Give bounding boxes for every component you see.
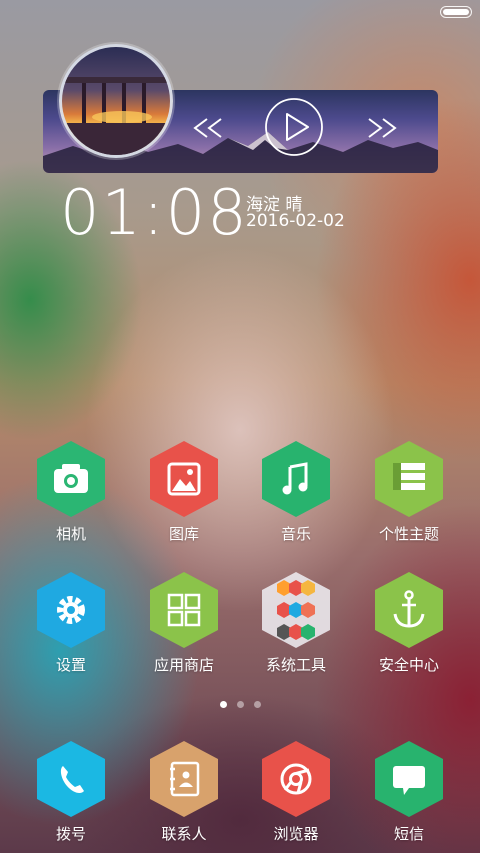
play-button[interactable] <box>264 97 324 157</box>
gear-icon <box>57 596 85 624</box>
theme-layers-icon <box>393 463 425 490</box>
app-phone[interactable]: 拨号 <box>21 739 121 844</box>
app-label: 联系人 <box>161 825 207 843</box>
page-dot-2[interactable] <box>236 701 244 708</box>
app-label: 拨号 <box>55 825 86 843</box>
camera-icon <box>54 464 88 493</box>
app-gallery[interactable]: 图库 <box>134 439 234 544</box>
rewind-icon <box>191 117 225 139</box>
music-note-icon <box>282 462 308 495</box>
app-messages[interactable]: 短信 <box>359 739 459 844</box>
fast-forward-icon <box>365 117 399 139</box>
browser-icon <box>280 763 312 795</box>
app-label: 安全中心 <box>378 656 439 674</box>
app-security-center[interactable]: 安全中心 <box>359 570 459 675</box>
app-label: 应用商店 <box>153 656 214 674</box>
folder-icon <box>262 572 330 648</box>
app-label: 短信 <box>393 825 424 843</box>
previous-track-button[interactable] <box>184 100 232 156</box>
app-label: 系统工具 <box>265 656 326 674</box>
app-grid-icon <box>167 593 201 627</box>
clock-time[interactable]: 01:08 <box>60 176 249 249</box>
page-dot-1[interactable] <box>219 701 227 708</box>
app-label: 设置 <box>55 656 86 674</box>
page-indicator[interactable] <box>0 701 480 708</box>
app-browser[interactable]: 浏览器 <box>246 739 346 844</box>
app-label: 图库 <box>168 525 199 543</box>
battery-indicator <box>440 6 472 18</box>
contacts-book-icon <box>170 761 200 797</box>
gallery-icon <box>167 462 201 496</box>
app-label: 相机 <box>55 525 86 543</box>
app-camera[interactable]: 相机 <box>21 439 121 544</box>
app-store[interactable]: 应用商店 <box>134 570 234 675</box>
app-label: 音乐 <box>280 525 311 543</box>
album-art[interactable] <box>59 44 173 158</box>
app-label: 浏览器 <box>273 825 319 843</box>
app-contacts[interactable]: 联系人 <box>134 739 234 844</box>
phone-icon <box>60 766 84 794</box>
play-icon <box>264 97 324 157</box>
message-icon <box>393 766 425 795</box>
app-music[interactable]: 音乐 <box>246 439 346 544</box>
app-settings[interactable]: 设置 <box>21 570 121 675</box>
next-track-button[interactable] <box>358 100 406 156</box>
app-themes[interactable]: 个性主题 <box>359 439 459 544</box>
pier-artwork <box>62 77 170 155</box>
page-dot-3[interactable] <box>253 701 261 708</box>
anchor-icon <box>393 590 425 628</box>
folder-system-tools[interactable]: 系统工具 <box>246 570 346 675</box>
app-label: 个性主题 <box>378 525 439 543</box>
weather-date: 2016-02-02 <box>246 211 345 231</box>
